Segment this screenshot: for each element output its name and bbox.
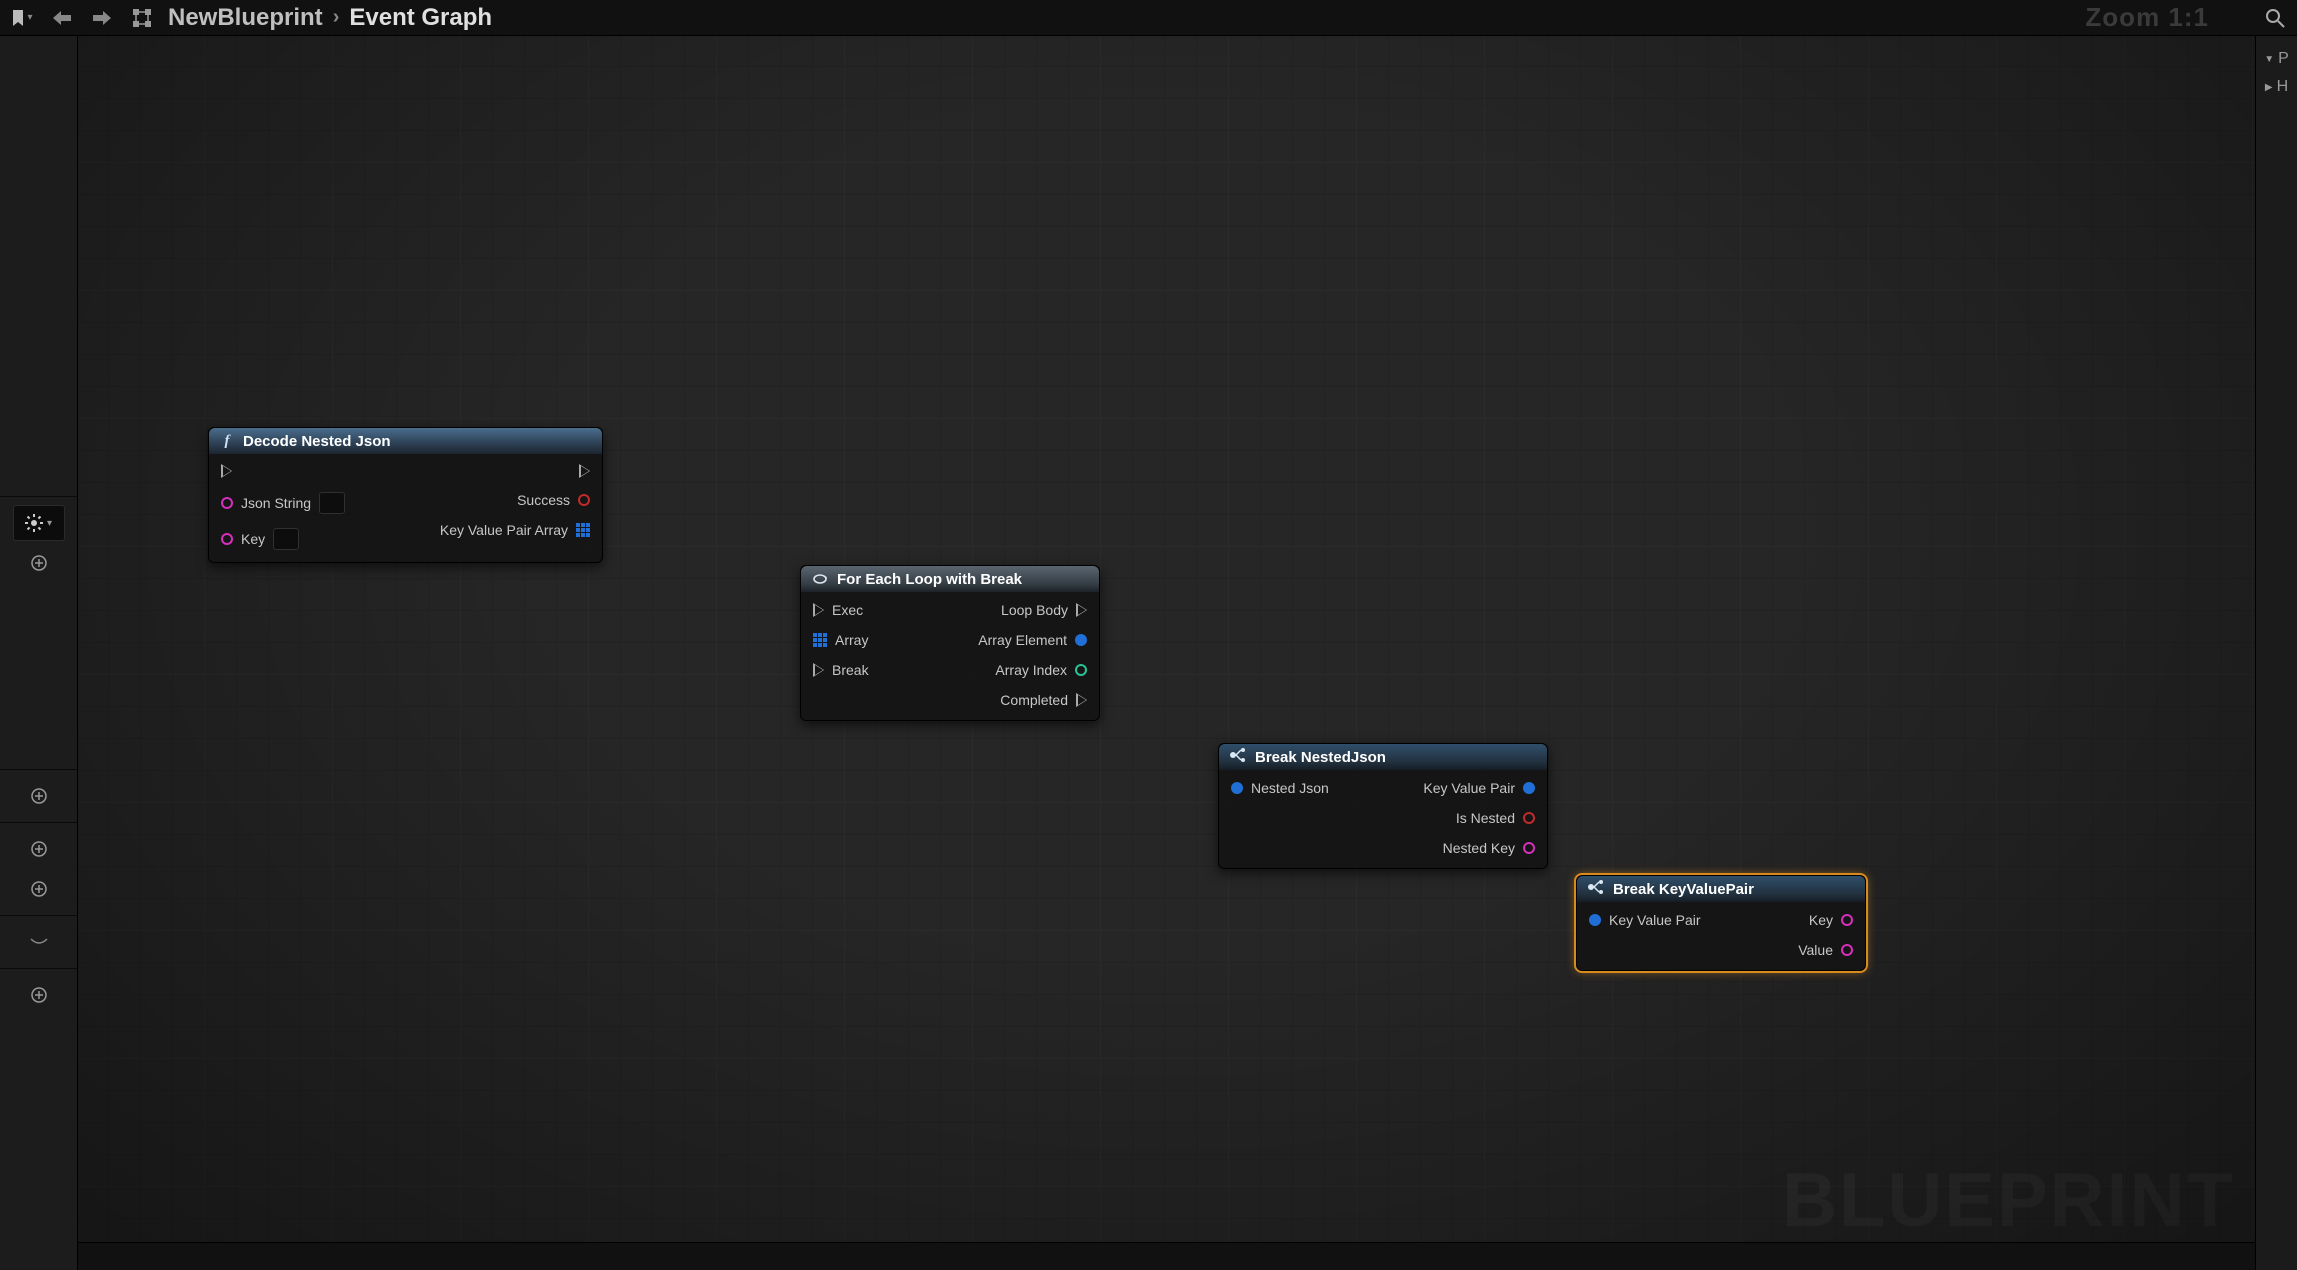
pin-label: Completed <box>1000 692 1068 708</box>
pin-label: Break <box>832 662 869 678</box>
nav-forward-icon[interactable] <box>88 4 116 32</box>
json-string-input[interactable] <box>319 492 345 514</box>
node-break-nestedjson[interactable]: Break NestedJson Nested Json Key Value P… <box>1218 743 1548 869</box>
pin-label: Nested Json <box>1251 780 1329 796</box>
pin-label: Key <box>241 531 265 547</box>
node-header[interactable]: For Each Loop with Break <box>801 566 1099 592</box>
input-json-string-pin[interactable]: Json String <box>221 492 345 514</box>
kvp-in-pin[interactable]: Key Value Pair <box>1589 912 1701 928</box>
breadcrumb-root[interactable]: NewBlueprint <box>168 4 323 32</box>
exec-in-pin[interactable]: Exec <box>813 602 869 618</box>
pin-label: Loop Body <box>1001 602 1068 618</box>
node-decode-nested-json[interactable]: f Decode Nested Json Json String Key <box>208 427 603 563</box>
rail-settings-button[interactable]: ▾ <box>13 505 65 541</box>
rail-add-button-1[interactable] <box>13 545 65 581</box>
chevron-right-icon: › <box>333 6 340 29</box>
wires <box>78 36 378 186</box>
rail-add-button-3[interactable] <box>13 831 65 867</box>
right-rail-label: H <box>2277 78 2289 96</box>
key-input[interactable] <box>273 528 299 550</box>
right-rail-label: P <box>2278 50 2289 68</box>
breadcrumb-current: Event Graph <box>349 4 492 32</box>
input-key-pin[interactable]: Key <box>221 528 345 550</box>
nested-json-in-pin[interactable]: Nested Json <box>1231 780 1329 796</box>
right-rail: ▼P ▶H <box>2255 36 2297 1270</box>
pin-label: Key Value Pair <box>1423 780 1515 796</box>
breadcrumb: NewBlueprint › Event Graph <box>168 4 492 32</box>
exec-in-pin[interactable] <box>221 464 345 478</box>
nav-back-icon[interactable] <box>48 4 76 32</box>
right-rail-item-p[interactable]: ▼P <box>2264 50 2289 68</box>
node-foreach-break[interactable]: For Each Loop with Break Exec Array Brea… <box>800 565 1100 721</box>
graph-canvas[interactable]: f Decode Nested Json Json String Key <box>78 36 2255 1270</box>
zoom-label: Zoom 1:1 <box>2085 2 2209 33</box>
pin-label: Exec <box>832 602 863 618</box>
search-icon[interactable] <box>2261 4 2289 32</box>
pin-label: Key <box>1809 912 1833 928</box>
bottom-bar <box>0 1242 2297 1270</box>
topbar: ▾ NewBlueprint › Event Graph Zoom 1:1 <box>0 0 2297 36</box>
pin-label: Array Index <box>995 662 1067 678</box>
node-title: For Each Loop with Break <box>837 571 1022 588</box>
rail-collapse-button[interactable] <box>13 924 65 960</box>
pin-label: Json String <box>241 495 311 511</box>
rail-add-button-2[interactable] <box>13 778 65 814</box>
pin-label: Value <box>1798 942 1833 958</box>
left-rail: ▾ <box>0 36 78 1270</box>
bookmark-icon[interactable]: ▾ <box>8 4 36 32</box>
node-header[interactable]: f Decode Nested Json <box>209 428 602 454</box>
nested-key-out-pin[interactable]: Nested Key <box>1443 840 1535 856</box>
pin-label: Key Value Pair Array <box>440 522 568 538</box>
node-title: Decode Nested Json <box>243 433 391 450</box>
node-break-keyvaluepair[interactable]: Break KeyValuePair Key Value Pair Key Va… <box>1576 875 1866 971</box>
array-in-pin[interactable]: Array <box>813 632 869 648</box>
pin-label: Nested Key <box>1443 840 1515 856</box>
array-index-out-pin[interactable]: Array Index <box>995 662 1087 678</box>
pin-label: Key Value Pair <box>1609 912 1701 928</box>
blueprint-watermark: BLUEPRINT <box>1782 1157 2235 1244</box>
loop-icon <box>811 571 829 587</box>
function-icon: f <box>219 433 235 449</box>
break-struct-icon <box>1229 748 1247 767</box>
rail-add-button-4[interactable] <box>13 871 65 907</box>
completed-out-pin[interactable]: Completed <box>1000 692 1087 708</box>
break-struct-icon <box>1587 880 1605 899</box>
output-success-pin[interactable]: Success <box>517 492 590 508</box>
is-nested-out-pin[interactable]: Is Nested <box>1456 810 1535 826</box>
loop-body-out-pin[interactable]: Loop Body <box>1001 602 1087 618</box>
key-out-pin[interactable]: Key <box>1809 912 1853 928</box>
pin-label: Success <box>517 492 570 508</box>
value-out-pin[interactable]: Value <box>1798 942 1853 958</box>
pin-label: Array <box>835 632 868 648</box>
rail-add-button-5[interactable] <box>13 977 65 1013</box>
node-title: Break NestedJson <box>1255 749 1386 766</box>
right-rail-item-h[interactable]: ▶H <box>2265 78 2288 96</box>
graph-icon[interactable] <box>128 4 156 32</box>
node-header[interactable]: Break NestedJson <box>1219 744 1547 770</box>
array-pin-icon <box>576 523 590 537</box>
node-header[interactable]: Break KeyValuePair <box>1577 876 1865 902</box>
kvp-out-pin[interactable]: Key Value Pair <box>1423 780 1535 796</box>
node-title: Break KeyValuePair <box>1613 881 1754 898</box>
pin-label: Is Nested <box>1456 810 1515 826</box>
array-pin-icon <box>813 633 827 647</box>
pin-label: Array Element <box>978 632 1067 648</box>
exec-out-pin[interactable] <box>579 464 590 478</box>
output-array-pin[interactable]: Key Value Pair Array <box>440 522 590 538</box>
break-in-pin[interactable]: Break <box>813 662 869 678</box>
array-element-out-pin[interactable]: Array Element <box>978 632 1087 648</box>
